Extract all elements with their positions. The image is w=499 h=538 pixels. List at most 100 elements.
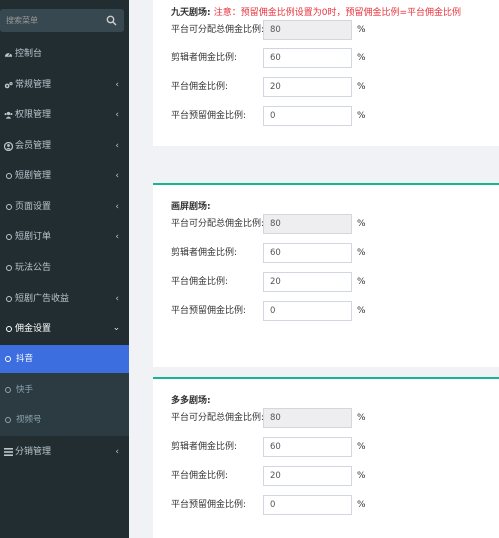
user-icon <box>4 131 13 161</box>
platform-commission-input[interactable] <box>263 272 352 292</box>
sidebar-item-label: 分销管理 <box>15 447 52 457</box>
editor-commission-input[interactable] <box>263 243 352 263</box>
sidebar-item-page-settings[interactable]: 页面设置 ‹ <box>0 192 129 222</box>
commission-section-duoduo: 多多剧场: 平台可分配总佣金比例: % 剪辑者佣金比例: % 平台佣金比例: %… <box>153 377 499 538</box>
field-label: 平台佣金比例: <box>171 277 229 287</box>
percent-unit: % <box>357 442 366 452</box>
field-label: 剪辑者佣金比例: <box>171 53 238 63</box>
chevron-left-icon: ‹ <box>115 202 119 212</box>
circle-icon <box>4 192 13 222</box>
field-label: 平台可分配总佣金比例: <box>171 219 265 229</box>
circle-icon <box>4 314 13 344</box>
sidebar-item-label: 权限管理 <box>15 110 52 120</box>
form-row-platform-commission: 平台佣金比例: % <box>171 272 491 292</box>
platform-commission-input[interactable] <box>263 466 352 486</box>
commission-section-jiutian: 九天剧场: 注意：预留佣金比例设置为0时，预留佣金比例=平台佣金比例 平台可分配… <box>153 0 499 146</box>
percent-unit: % <box>357 25 366 35</box>
field-label: 平台预留佣金比例: <box>171 500 247 510</box>
percent-unit: % <box>357 219 366 229</box>
sidebar-item-label: 短剧订单 <box>15 232 52 242</box>
submenu-item-label: 抖音 <box>16 354 34 364</box>
sidebar-item-label: 常规管理 <box>15 80 52 90</box>
main-content: 九天剧场: 注意：预留佣金比例设置为0时，预留佣金比例=平台佣金比例 平台可分配… <box>129 0 499 538</box>
chevron-left-icon: ‹ <box>115 171 119 181</box>
chevron-left-icon: ‹ <box>115 80 119 90</box>
sidebar-item-label: 会员管理 <box>15 141 52 151</box>
editor-commission-input[interactable] <box>263 437 352 457</box>
sidebar-item-label: 页面设置 <box>15 202 52 212</box>
submenu-item-kuaishou[interactable]: 快手 <box>0 376 129 404</box>
sidebar-item-commission-settings[interactable]: 佣金设置 ‹ <box>0 314 129 344</box>
circle-icon <box>4 253 13 283</box>
form-row-editor-commission: 剪辑者佣金比例: % <box>171 48 491 68</box>
section-title: 画屏剧场: <box>171 202 211 212</box>
field-label: 平台可分配总佣金比例: <box>171 25 265 35</box>
sidebar-item-distribution[interactable]: 分销管理 ‹ <box>0 437 129 467</box>
sidebar: 控制台 常规管理 ‹ 权限管理 ‹ 会员管理 ‹ 短剧管理 ‹ 页面设置 ‹ 短… <box>0 0 129 538</box>
percent-unit: % <box>357 471 366 481</box>
sidebar-item-announcements[interactable]: 玩法公告 <box>0 253 129 283</box>
circle-icon <box>4 161 13 191</box>
commission-submenu: 抖音 快手 视频号 <box>0 345 129 436</box>
sidebar-item-ad-revenue[interactable]: 短剧广告收益 ‹ <box>0 284 129 314</box>
form-row-total-commission: 平台可分配总佣金比例: % <box>171 408 491 428</box>
sidebar-item-drama-manage[interactable]: 短剧管理 ‹ <box>0 161 129 191</box>
field-label: 剪辑者佣金比例: <box>171 442 238 452</box>
sidebar-item-permissions[interactable]: 权限管理 ‹ <box>0 100 129 130</box>
form-row-reserved-commission: 平台预留佣金比例: % <box>171 106 491 126</box>
reserved-commission-input[interactable] <box>263 301 352 321</box>
group-icon <box>4 100 13 130</box>
reserved-commission-input[interactable] <box>263 495 352 515</box>
percent-unit: % <box>357 413 366 423</box>
circle-icon <box>4 284 13 314</box>
reserved-commission-input[interactable] <box>263 106 352 126</box>
form-row-editor-commission: 剪辑者佣金比例: % <box>171 243 491 263</box>
form-row-total-commission: 平台可分配总佣金比例: % <box>171 214 491 234</box>
list-icon <box>4 437 13 467</box>
chevron-left-icon: ‹ <box>115 232 119 242</box>
chevron-left-icon: ‹ <box>115 141 119 151</box>
percent-unit: % <box>357 111 366 121</box>
menu-search-input[interactable] <box>6 9 101 32</box>
percent-unit: % <box>357 306 366 316</box>
sidebar-search <box>0 9 124 32</box>
form-row-reserved-commission: 平台预留佣金比例: % <box>171 301 491 321</box>
field-label: 平台佣金比例: <box>171 82 229 92</box>
submenu-item-douyin[interactable]: 抖音 <box>0 345 129 373</box>
chevron-down-icon: ‹ <box>112 327 123 331</box>
form-row-total-commission: 平台可分配总佣金比例: % <box>171 20 491 40</box>
chevron-left-icon: ‹ <box>115 110 119 120</box>
platform-commission-input[interactable] <box>263 77 352 97</box>
sidebar-item-drama-orders[interactable]: 短剧订单 ‹ <box>0 222 129 252</box>
sidebar-item-label: 佣金设置 <box>15 324 52 334</box>
sidebar-item-label: 短剧管理 <box>15 171 52 181</box>
field-label: 剪辑者佣金比例: <box>171 248 238 258</box>
cogs-icon <box>4 70 13 100</box>
form-row-platform-commission: 平台佣金比例: % <box>171 466 491 486</box>
total-commission-input[interactable] <box>263 20 352 40</box>
sidebar-item-label: 玩法公告 <box>15 263 52 273</box>
form-row-editor-commission: 剪辑者佣金比例: % <box>171 437 491 457</box>
dashboard-icon <box>4 39 13 69</box>
circle-icon <box>5 345 11 373</box>
total-commission-input[interactable] <box>263 214 352 234</box>
sidebar-item-dashboard[interactable]: 控制台 <box>0 39 129 69</box>
notice-text: 注意：预留佣金比例设置为0时，预留佣金比例=平台佣金比例 <box>213 8 462 18</box>
submenu-item-label: 快手 <box>16 385 34 395</box>
chevron-left-icon: ‹ <box>115 447 119 457</box>
field-label: 平台预留佣金比例: <box>171 306 247 316</box>
editor-commission-input[interactable] <box>263 48 352 68</box>
sidebar-item-members[interactable]: 会员管理 ‹ <box>0 131 129 161</box>
section-title: 九天剧场: 注意：预留佣金比例设置为0时，预留佣金比例=平台佣金比例 <box>171 5 461 18</box>
search-icon[interactable] <box>106 15 117 26</box>
form-row-platform-commission: 平台佣金比例: % <box>171 77 491 97</box>
submenu-item-video-account[interactable]: 视频号 <box>0 406 129 434</box>
sidebar-item-label: 控制台 <box>15 49 43 59</box>
percent-unit: % <box>357 53 366 63</box>
percent-unit: % <box>357 82 366 92</box>
sidebar-item-label: 短剧广告收益 <box>15 294 70 304</box>
sidebar-item-general[interactable]: 常规管理 ‹ <box>0 70 129 100</box>
total-commission-input[interactable] <box>263 408 352 428</box>
section-title-text: 九天剧场: <box>171 8 211 18</box>
section-title: 多多剧场: <box>171 396 211 406</box>
